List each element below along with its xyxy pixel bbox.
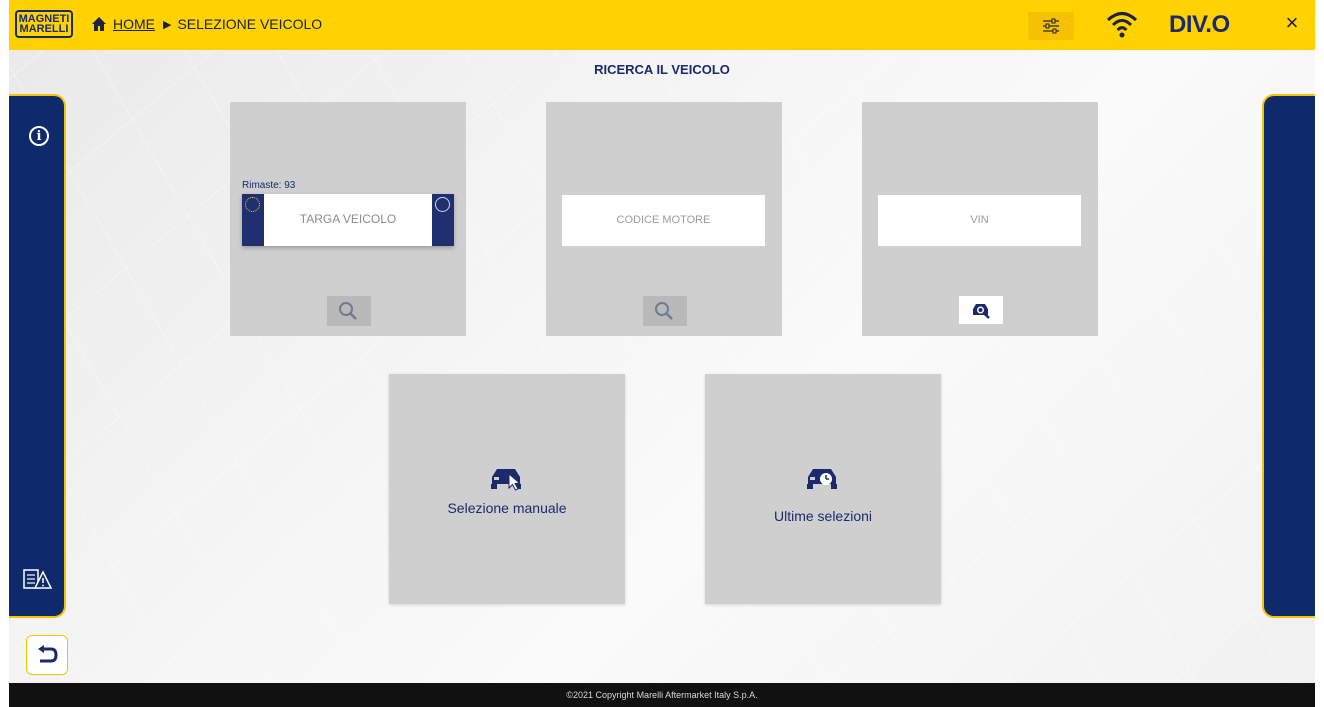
right-side-panel xyxy=(1262,94,1315,618)
magneti-marelli-logo: MAGNETI MARELLI xyxy=(15,10,73,38)
search-icon xyxy=(339,302,357,320)
divo-brand: DIV.O xyxy=(1169,11,1230,38)
left-side-panel: i xyxy=(9,94,66,618)
vin-card: VIN xyxy=(862,102,1098,336)
car-cursor-icon xyxy=(491,469,521,491)
vin-input[interactable]: VIN xyxy=(878,195,1081,246)
vin-search-button[interactable] xyxy=(959,296,1003,324)
sliders-icon xyxy=(1043,18,1059,34)
footer-copyright: ©2021 Copyright Marelli Aftermarket Ital… xyxy=(9,683,1315,707)
app-frame: MAGNETI MARELLI HOME ▶ SELEZIONE VEICOLO xyxy=(9,0,1315,707)
header-bar: MAGNETI MARELLI HOME ▶ SELEZIONE VEICOLO xyxy=(9,0,1315,50)
plate-right-band xyxy=(432,194,454,246)
plate-search-card: Rimaste: 93 TARGA VEICOLO xyxy=(230,102,466,336)
ring-icon xyxy=(435,197,450,212)
home-icon[interactable] xyxy=(91,16,107,32)
breadcrumb-separator-icon: ▶ xyxy=(163,18,172,31)
car-clock-icon xyxy=(807,469,837,489)
info-icon[interactable]: i xyxy=(29,126,49,146)
breadcrumb-home-link[interactable]: HOME xyxy=(113,16,155,32)
recent-selections-button[interactable]: Ultime selezioni xyxy=(705,374,941,604)
plate-placeholder: TARGA VEICOLO xyxy=(299,212,397,226)
engine-code-placeholder: CODICE MOTORE xyxy=(616,214,711,226)
wifi-icon[interactable] xyxy=(1106,10,1138,38)
breadcrumb-current: SELEZIONE VEICOLO xyxy=(177,16,323,32)
vin-placeholder: VIN xyxy=(970,214,989,226)
back-arrow-icon xyxy=(38,645,58,663)
back-button[interactable] xyxy=(26,635,68,675)
manual-selection-button[interactable]: Selezione manuale xyxy=(389,374,625,604)
vin-scan-icon xyxy=(973,304,990,319)
manual-selection-label: Selezione manuale xyxy=(447,500,567,516)
vehicle-warning-icon[interactable] xyxy=(23,568,53,590)
settings-button[interactable] xyxy=(1028,12,1074,40)
remaining-searches: Rimaste: 93 xyxy=(242,180,296,191)
plate-search-button[interactable] xyxy=(327,296,371,326)
close-icon[interactable]: × xyxy=(1281,12,1303,34)
engine-search-button[interactable] xyxy=(643,296,687,326)
breadcrumb: HOME ▶ SELEZIONE VEICOLO xyxy=(91,16,322,32)
search-icon xyxy=(655,302,673,320)
recent-selections-label: Ultime selezioni xyxy=(773,508,873,524)
page-title: RICERCA IL VEICOLO xyxy=(594,62,730,77)
eu-stars-icon xyxy=(245,197,260,212)
engine-code-card: CODICE MOTORE xyxy=(546,102,782,336)
engine-code-input[interactable]: CODICE MOTORE xyxy=(562,195,765,246)
logo-line-2: MARELLI xyxy=(19,23,69,35)
plate-input[interactable]: TARGA VEICOLO xyxy=(242,194,454,246)
